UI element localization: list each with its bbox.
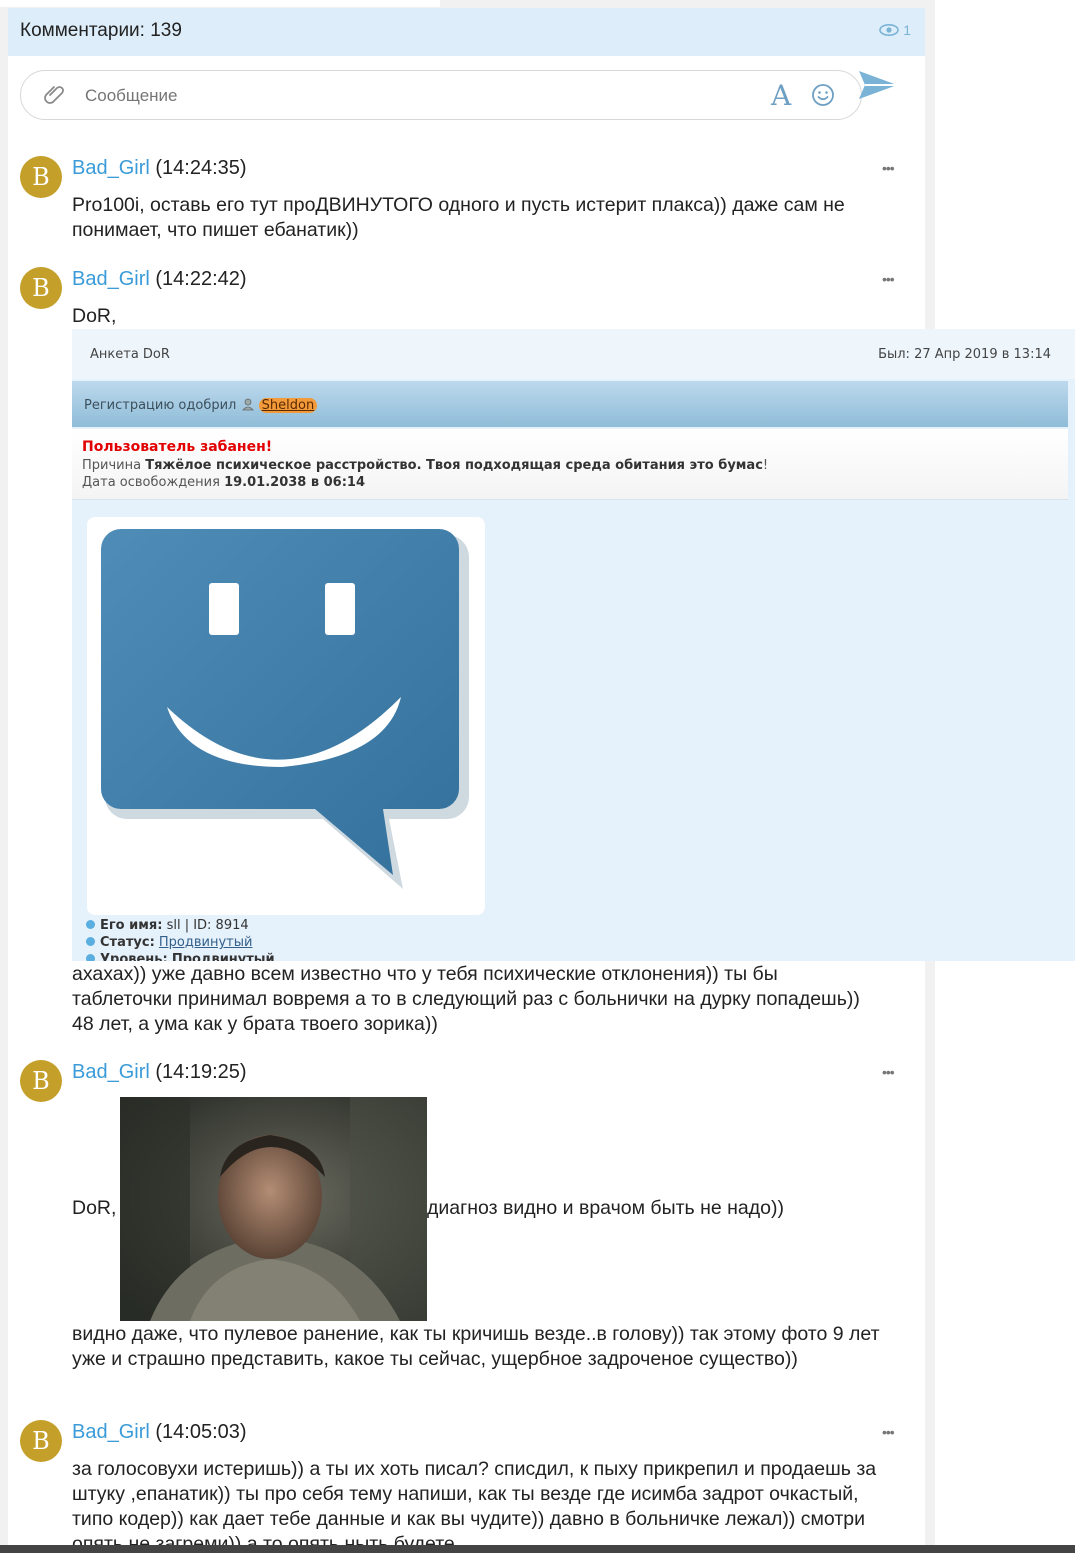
avatar[interactable]: B — [20, 1060, 62, 1102]
avatar[interactable]: B — [20, 267, 62, 309]
message-input[interactable] — [83, 71, 727, 121]
comment-meta: Bad_Girl (14:22:42) — [72, 268, 247, 291]
ban-reason: Причина Тяжёлое психическое расстройство… — [82, 458, 768, 473]
profile-registration-bar: Регистрацию одобрил Sheldon — [72, 381, 1068, 427]
ban-date: Дата освобождения 19.01.2038 в 06:14 — [82, 475, 365, 490]
bullet-icon — [86, 954, 95, 961]
comments-header: Комментарии: 139 1 — [8, 8, 925, 56]
ban-reason-label: Причина — [82, 458, 142, 473]
send-icon[interactable] — [857, 68, 899, 107]
profile-status-row: Статус: Продвинутый — [86, 934, 275, 951]
comment-time: (14:24:35) — [155, 157, 247, 179]
smiley-chat-icon — [101, 529, 469, 889]
message-composer[interactable]: A — [20, 70, 862, 121]
embedded-profile-image[interactable]: Анкета DoR Был: 27 Апр 2019 в 13:14 Реги… — [72, 329, 1075, 961]
level-label: Уровень: — [100, 952, 168, 961]
ban-title: Пользователь забанен! — [82, 439, 273, 455]
text-format-icon[interactable]: A — [771, 79, 791, 112]
views-count: 1 — [903, 22, 911, 38]
registration-text: Регистрацию одобрил Sheldon — [84, 397, 318, 413]
ban-reason-value: Тяжёлое психическое расстройство. Твоя п… — [145, 458, 763, 473]
comment-time: (14:19:25) — [155, 1061, 247, 1083]
emoji-icon[interactable] — [811, 83, 835, 112]
profile-name-row: Его имя: sll | ID: 8914 — [86, 917, 275, 934]
author-link[interactable]: Bad_Girl — [72, 157, 150, 179]
ban-date-value: 19.01.2038 в 06:14 — [224, 475, 365, 490]
author-link[interactable]: Bad_Girl — [72, 268, 150, 290]
comment-text: за голосовухи истеришь)) а ты их хоть пи… — [72, 1458, 877, 1545]
profile-fields: Его имя: sll | ID: 8914 Статус: Продвину… — [86, 917, 275, 961]
registration-user: Sheldon — [258, 398, 318, 413]
profile-last-seen: Был: 27 Апр 2019 в 13:14 — [878, 347, 1051, 362]
author-link[interactable]: Bad_Girl — [72, 1421, 150, 1443]
more-options-icon[interactable]: ••• — [882, 1424, 895, 1440]
profile-level-row: Уровень: Продвинутый — [86, 951, 275, 961]
bottom-bar — [0, 1545, 1075, 1553]
level-value: Продвинутый — [171, 952, 275, 961]
eye-icon — [879, 24, 900, 36]
avatar[interactable]: B — [20, 156, 62, 198]
comment-text: видно даже, что пулевое ранение, как ты … — [72, 1323, 880, 1370]
name-value: sll | ID: 8914 — [166, 918, 249, 933]
more-options-icon[interactable]: ••• — [882, 271, 895, 287]
ban-reason-end: ! — [762, 458, 769, 473]
profile-header: Анкета DoR Был: 27 Апр 2019 в 13:14 — [72, 329, 1075, 379]
status-link[interactable]: Продвинутый — [159, 935, 253, 950]
comment-text: DoR, — [72, 305, 117, 327]
comment-text: DoR, — [72, 1197, 117, 1219]
comment-text: ахахах)) уже давно всем известно что у т… — [72, 963, 860, 1035]
bullet-icon — [86, 920, 95, 929]
comment-time: (14:22:42) — [155, 268, 247, 290]
attached-photo[interactable] — [120, 1097, 427, 1321]
author-link[interactable]: Bad_Girl — [72, 1061, 150, 1083]
ban-date-label: Дата освобождения — [82, 475, 220, 490]
comment-meta: Bad_Girl (14:05:03) — [72, 1421, 247, 1444]
paperclip-icon[interactable] — [43, 83, 67, 112]
comment-meta: Bad_Girl (14:19:25) — [72, 1061, 247, 1084]
avatar[interactable]: B — [20, 1420, 62, 1462]
ban-notice: Пользователь забанен! Причина Тяжёлое пс… — [72, 429, 1068, 500]
profile-avatar — [87, 517, 485, 915]
more-options-icon[interactable]: ••• — [882, 1064, 895, 1080]
profile-title: Анкета DoR — [90, 347, 170, 362]
registration-label: Регистрацию одобрил — [84, 398, 237, 413]
top-strip — [0, 0, 440, 7]
status-label: Статус: — [100, 935, 155, 950]
bullet-icon — [86, 937, 95, 946]
user-icon — [241, 398, 259, 413]
comment-time: (14:05:03) — [155, 1421, 247, 1443]
comment-meta: Bad_Girl (14:24:35) — [72, 157, 247, 180]
views-counter: 1 — [879, 22, 911, 38]
comments-count-title: Комментарии: 139 — [20, 20, 182, 41]
more-options-icon[interactable]: ••• — [882, 160, 895, 176]
comment-text-inline: диагноз видно и врачом быть не надо)) — [427, 1197, 784, 1219]
name-label: Его имя: — [100, 918, 163, 933]
comment-text: Pro100i, оставь его тут проДВИНУТОГО одн… — [72, 194, 845, 241]
